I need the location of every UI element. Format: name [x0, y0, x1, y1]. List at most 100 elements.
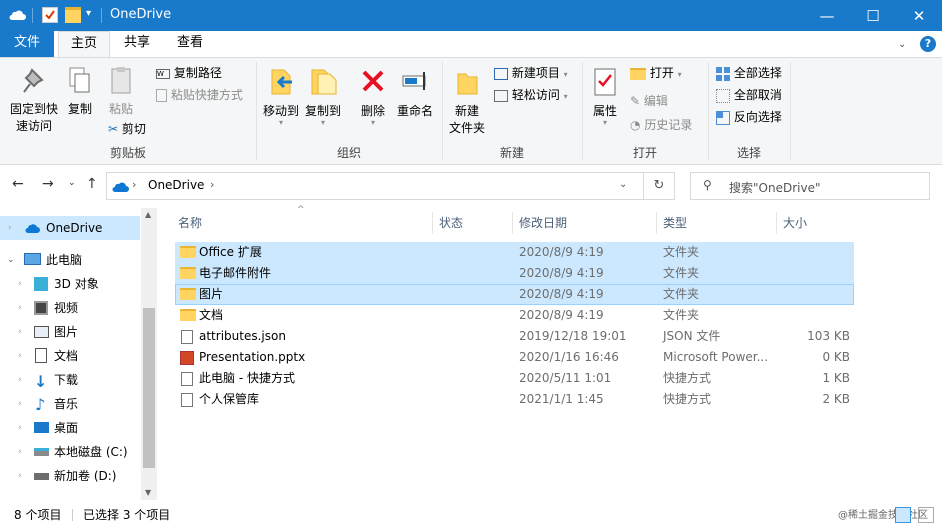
file-row[interactable]: Office 扩展 2020/8/9 4:19 文件夹: [175, 242, 854, 263]
edit-label: 编辑: [643, 94, 668, 108]
nav-item-downloads[interactable]: › ↓ 下载: [0, 368, 140, 392]
copy-to-button[interactable]: 复制到 ▾: [304, 66, 342, 127]
expand-chevron-icon[interactable]: ›: [18, 416, 22, 440]
invert-selection-button[interactable]: 反向选择: [716, 108, 782, 126]
expand-chevron-icon[interactable]: ›: [18, 344, 22, 368]
collapse-chevron-icon[interactable]: ⌄: [7, 248, 15, 272]
select-none-button[interactable]: 全部取消: [716, 86, 782, 104]
maximize-button[interactable]: ☐: [850, 0, 896, 31]
nav-scrollbar[interactable]: ▲ ▼: [141, 208, 157, 500]
history-button[interactable]: ◔ 历史记录: [630, 116, 692, 134]
nav-item-new-volume-d[interactable]: › 新加卷 (D:): [0, 464, 140, 488]
refresh-button[interactable]: ↻: [643, 172, 675, 200]
nav-item-videos[interactable]: › 视频: [0, 296, 140, 320]
nav-item-pictures[interactable]: › 图片: [0, 320, 140, 344]
nav-item-3d-objects[interactable]: › 3D 对象: [0, 272, 140, 296]
expand-chevron-icon[interactable]: ›: [18, 392, 22, 416]
file-row[interactable]: 个人保管库 2021/1/1 1:45 快捷方式 2 KB: [175, 389, 854, 410]
column-header-type[interactable]: 类型: [663, 212, 687, 234]
file-row[interactable]: 电子邮件附件 2020/8/9 4:19 文件夹: [175, 263, 854, 284]
cut-button[interactable]: ✂ 剪切: [108, 120, 146, 138]
recent-locations-chevron-icon[interactable]: ⌄: [68, 178, 76, 188]
column-header-status[interactable]: 状态: [439, 212, 463, 234]
paste-shortcut-button[interactable]: 粘贴快捷方式: [156, 86, 243, 104]
tab-share[interactable]: 共享: [112, 31, 162, 57]
file-row[interactable]: 文档 2020/8/9 4:19 文件夹: [175, 305, 854, 326]
new-folder-quick-icon[interactable]: [65, 7, 81, 23]
nav-label: OneDrive: [46, 221, 103, 235]
search-box[interactable]: ⚲ 搜索"OneDrive": [690, 172, 930, 200]
copy-path-button[interactable]: W 复制路径: [156, 64, 222, 82]
new-item-button[interactable]: 新建项目 ▾: [494, 64, 568, 84]
easy-access-button[interactable]: 轻松访问 ▾: [494, 86, 568, 106]
nav-item-desktop[interactable]: › 桌面: [0, 416, 140, 440]
scroll-up-icon[interactable]: ▲: [145, 210, 151, 219]
ribbon-collapse-icon[interactable]: ⌄: [898, 39, 906, 50]
tab-home[interactable]: 主页: [58, 31, 111, 58]
expand-chevron-icon[interactable]: ›: [18, 272, 22, 296]
nav-item-onedrive[interactable]: › OneDrive: [0, 216, 140, 240]
column-header-size[interactable]: 大小: [783, 212, 807, 234]
address-path[interactable]: OneDrive: [148, 178, 204, 192]
column-divider[interactable]: [432, 212, 433, 234]
nav-item-music[interactable]: › ♪ 音乐: [0, 392, 140, 416]
minimize-button[interactable]: —: [804, 0, 850, 31]
scroll-down-icon[interactable]: ▼: [145, 488, 151, 497]
expand-chevron-icon[interactable]: ›: [18, 296, 22, 320]
file-row[interactable]: 此电脑 - 快捷方式 2020/5/11 1:01 快捷方式 1 KB: [175, 368, 854, 389]
properties-quick-icon[interactable]: [42, 7, 58, 23]
refresh-icon: ↻: [653, 178, 665, 193]
file-size: 2 KB: [822, 392, 850, 406]
paste-shortcut-label: 粘贴快捷方式: [170, 88, 243, 102]
details-view-button[interactable]: [895, 507, 911, 523]
large-icons-view-button[interactable]: [918, 507, 934, 523]
move-to-button[interactable]: 移动到 ▾: [262, 66, 300, 127]
pin-quick-access-button[interactable]: 固定到快 速访问: [8, 66, 60, 135]
tab-view[interactable]: 查看: [165, 31, 215, 57]
folder-icon: [180, 288, 196, 300]
download-arrow-icon: ↓: [34, 372, 48, 391]
nav-item-documents[interactable]: › 文档: [0, 344, 140, 368]
copy-button[interactable]: 复制: [64, 66, 96, 118]
file-row[interactable]: attributes.json 2019/12/18 19:01 JSON 文件…: [175, 326, 854, 347]
up-arrow-icon[interactable]: ↑: [86, 176, 98, 192]
new-folder-button[interactable]: 新建 文件夹: [448, 66, 486, 137]
file-row[interactable]: 图片 2020/8/9 4:19 文件夹: [175, 284, 854, 305]
open-button[interactable]: 打开 ▾: [630, 64, 682, 84]
expand-chevron-icon[interactable]: ›: [18, 464, 22, 488]
rename-button[interactable]: 重命名: [396, 66, 434, 120]
paste-button[interactable]: 粘贴: [104, 66, 138, 118]
nav-item-local-disk-c[interactable]: › 本地磁盘 (C:): [0, 440, 140, 464]
expand-chevron-icon[interactable]: ›: [18, 440, 22, 464]
file-date: 2020/1/16 16:46: [519, 350, 619, 364]
file-row[interactable]: Presentation.pptx 2020/1/16 16:46 Micros…: [175, 347, 854, 368]
close-button[interactable]: ✕: [896, 0, 942, 31]
column-divider[interactable]: [776, 212, 777, 234]
column-divider[interactable]: [512, 212, 513, 234]
back-arrow-icon[interactable]: ←: [12, 176, 24, 192]
address-bar[interactable]: › OneDrive › ⌄: [106, 172, 644, 200]
nav-scrollbar-thumb[interactable]: [143, 308, 155, 468]
column-header-name[interactable]: 名称: [178, 212, 202, 234]
tab-file[interactable]: 文件: [0, 31, 54, 57]
column-header-date[interactable]: 修改日期: [519, 212, 567, 234]
help-button[interactable]: ?: [920, 36, 936, 52]
paste-label: 粘贴: [108, 102, 133, 116]
expand-chevron-icon[interactable]: ›: [18, 368, 22, 392]
forward-arrow-icon[interactable]: →: [42, 176, 54, 192]
properties-button[interactable]: 属性 ▾: [588, 66, 622, 127]
address-dropdown-icon[interactable]: ⌄: [619, 179, 627, 190]
customize-quick-access-icon[interactable]: ▾: [86, 8, 91, 19]
edit-button[interactable]: ✎ 编辑: [630, 92, 668, 110]
file-name: attributes.json: [199, 329, 286, 343]
expand-chevron-icon[interactable]: ›: [8, 216, 12, 240]
select-all-button[interactable]: 全部选择: [716, 64, 782, 82]
history-icon: ◔: [630, 118, 641, 132]
open-folder-icon: [630, 67, 646, 80]
expand-chevron-icon[interactable]: ›: [18, 320, 22, 344]
delete-button[interactable]: 删除 ▾: [356, 66, 390, 127]
column-divider[interactable]: [656, 212, 657, 234]
nav-item-this-pc[interactable]: ⌄ 此电脑: [0, 248, 140, 272]
breadcrumb-chevron-icon[interactable]: ›: [210, 178, 214, 191]
file-name: Presentation.pptx: [199, 350, 306, 364]
